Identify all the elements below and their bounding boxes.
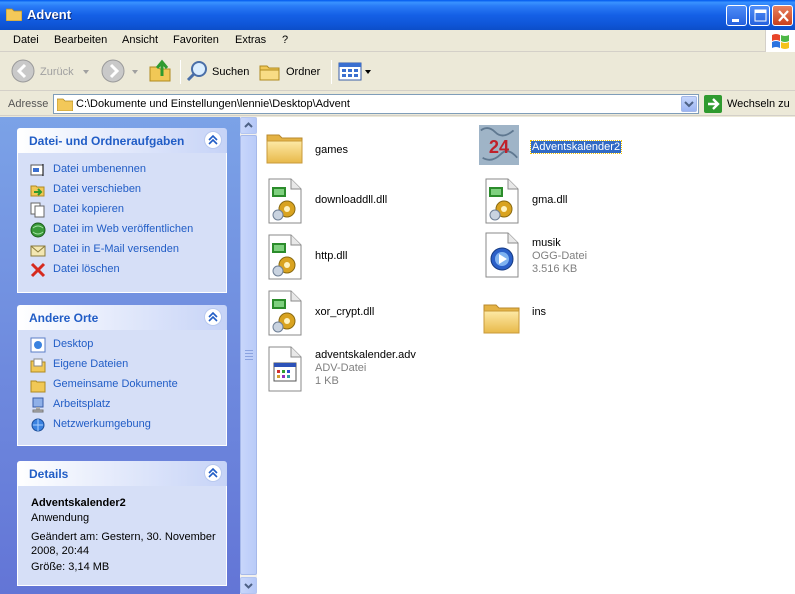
file-item[interactable]: musik OGG-Datei 3.516 KB xyxy=(482,231,632,281)
chevron-down-icon xyxy=(132,70,138,74)
file-tasks-header[interactable]: Datei- und Ordneraufgaben xyxy=(17,128,227,153)
menu-help[interactable]: ? xyxy=(282,34,288,46)
menu-bar: Datei Bearbeiten Ansicht Favoriten Extra… xyxy=(0,30,795,52)
file-item[interactable]: http.dll xyxy=(265,233,415,283)
address-path: C:\Dokumente und Einstellungen\lennie\De… xyxy=(76,98,350,110)
file-item-selected[interactable]: Adventskalender2 xyxy=(479,121,679,171)
menu-datei[interactable]: Datei xyxy=(13,34,39,46)
address-input[interactable]: C:\Dokumente und Einstellungen\lennie\De… xyxy=(53,94,699,114)
details-header[interactable]: Details xyxy=(17,461,227,486)
details-panel: Details Adventskalender2 Anwendung Geänd… xyxy=(17,461,227,586)
toolbar: Zurück Suchen Ordner xyxy=(0,53,795,91)
forward-button[interactable] xyxy=(100,58,140,86)
scroll-thumb[interactable] xyxy=(240,135,257,575)
chevron-down-icon xyxy=(684,101,694,108)
search-icon xyxy=(186,61,207,82)
other-places-panel: Andere Orte Desktop Eigene Dateien Gemei… xyxy=(17,305,227,446)
minimize-button[interactable] xyxy=(726,5,747,26)
rename-icon xyxy=(30,164,44,176)
document-icon xyxy=(265,345,305,393)
collapse-button[interactable] xyxy=(204,464,222,482)
folders-icon xyxy=(259,65,280,81)
dll-icon xyxy=(482,177,522,225)
file-item[interactable]: games xyxy=(265,123,415,173)
file-item[interactable]: gma.dll xyxy=(482,177,632,227)
folder-icon xyxy=(57,98,73,111)
media-file-icon xyxy=(482,231,522,279)
search-button[interactable]: Suchen xyxy=(186,58,252,86)
window-title: Advent xyxy=(27,7,72,22)
details-modified: Geändert am: Gestern, 30. November 2008,… xyxy=(31,531,216,557)
menu-extras[interactable]: Extras xyxy=(235,34,266,46)
task-pane: Datei- und Ordneraufgaben Datei umbenenn… xyxy=(0,117,240,594)
details-size: Größe: 3,14 MB xyxy=(31,561,110,573)
shared-documents-icon xyxy=(30,380,46,393)
chevron-up-icon xyxy=(208,467,218,478)
maximize-button[interactable] xyxy=(749,5,770,26)
dll-icon xyxy=(265,233,305,281)
windows-logo-icon xyxy=(765,30,795,52)
desktop-icon xyxy=(30,337,46,353)
dll-icon xyxy=(265,177,305,225)
copy-icon xyxy=(30,202,45,218)
delete-icon xyxy=(30,262,46,278)
chevron-up-icon xyxy=(244,122,253,128)
my-documents-icon xyxy=(30,358,46,373)
close-button[interactable] xyxy=(772,5,793,26)
menu-favoriten[interactable]: Favoriten xyxy=(173,34,219,46)
file-item[interactable]: ins xyxy=(482,293,632,343)
forward-arrow-icon xyxy=(101,59,125,83)
folder-icon xyxy=(482,293,522,341)
folder-icon xyxy=(265,123,305,171)
chevron-down-icon xyxy=(365,70,371,74)
network-icon xyxy=(31,418,45,432)
vertical-scrollbar[interactable] xyxy=(240,117,257,594)
menu-bearbeiten[interactable]: Bearbeiten xyxy=(54,34,107,46)
details-type: Anwendung xyxy=(31,512,90,524)
publish-web-icon xyxy=(30,222,46,238)
dll-icon xyxy=(265,289,305,337)
back-arrow-icon xyxy=(11,59,35,83)
title-bar[interactable]: Advent xyxy=(0,0,795,30)
my-computer-icon xyxy=(32,397,44,413)
go-button[interactable]: Wechseln zu xyxy=(704,95,790,113)
folder-icon xyxy=(6,8,22,21)
scroll-up-button[interactable] xyxy=(240,117,257,134)
views-icon xyxy=(338,62,362,81)
folder-up-icon xyxy=(149,59,171,82)
collapse-button[interactable] xyxy=(204,131,222,149)
collapse-button[interactable] xyxy=(204,308,222,326)
details-name: Adventskalender2 xyxy=(31,497,126,509)
toolbar-separator xyxy=(331,60,332,84)
minimize-icon xyxy=(732,19,739,22)
file-tasks-panel: Datei- und Ordneraufgaben Datei umbenenn… xyxy=(17,128,227,293)
scroll-down-button[interactable] xyxy=(240,577,257,594)
other-places-header[interactable]: Andere Orte xyxy=(17,305,227,330)
file-item[interactable]: xor_crypt.dll xyxy=(265,289,415,339)
toolbar-separator xyxy=(180,60,181,84)
chevron-down-icon xyxy=(244,583,253,589)
email-icon xyxy=(30,245,46,257)
file-item[interactable]: downloaddll.dll xyxy=(265,177,415,227)
address-dropdown-button[interactable] xyxy=(681,96,697,112)
file-list[interactable]: games Adventskalender2 downloaddll.dll g… xyxy=(257,117,795,594)
chevron-up-icon xyxy=(208,134,218,145)
folders-button[interactable]: Ordner xyxy=(258,58,324,86)
file-item[interactable]: adventskalender.adv ADV-Datei 1 KB xyxy=(265,345,445,395)
go-arrow-icon xyxy=(704,95,722,113)
menu-ansicht[interactable]: Ansicht xyxy=(122,34,158,46)
close-icon xyxy=(778,10,789,22)
address-label: Adresse xyxy=(8,98,49,110)
calendar-app-icon xyxy=(479,121,519,169)
views-button[interactable] xyxy=(338,58,372,86)
back-button[interactable]: Zurück xyxy=(10,58,90,86)
chevron-down-icon xyxy=(83,70,89,74)
address-bar: Adresse C:\Dokumente und Einstellungen\l… xyxy=(0,92,795,116)
move-icon xyxy=(30,185,45,197)
chevron-up-icon xyxy=(208,311,218,322)
maximize-icon xyxy=(754,9,767,22)
up-folder-button[interactable] xyxy=(148,58,174,86)
